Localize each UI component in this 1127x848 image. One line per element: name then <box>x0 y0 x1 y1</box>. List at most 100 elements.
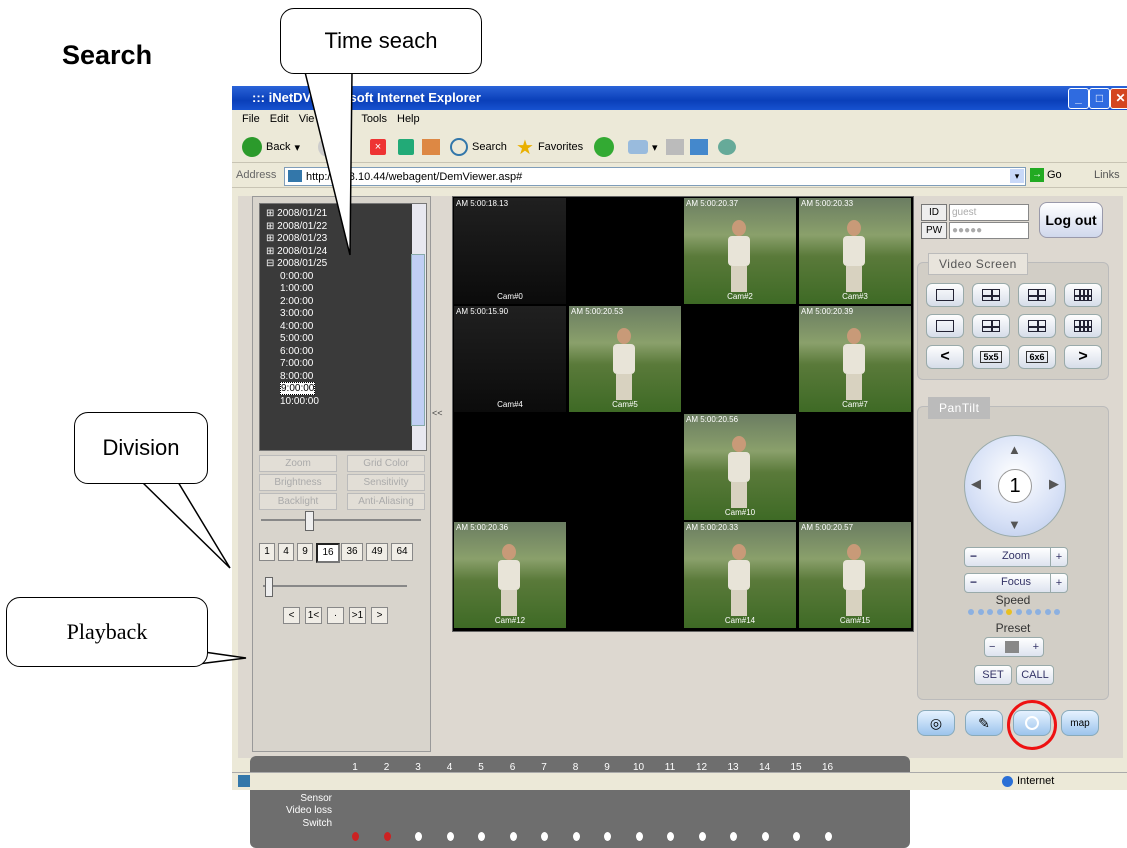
preset-set-button[interactable]: SET <box>974 665 1012 685</box>
stop-button[interactable]: · <box>327 607 344 624</box>
speed-dot[interactable] <box>1035 609 1042 615</box>
expand-node-icon[interactable]: ⊞ <box>266 246 277 257</box>
tree-date-node[interactable]: ⊟ 2008/01/25 <box>266 258 327 269</box>
mail-button[interactable]: ▾ <box>628 137 658 157</box>
camera-tile[interactable]: AM 5:00:20.39 Cam#7 <box>799 306 911 412</box>
maximize-button[interactable]: □ <box>1089 88 1110 109</box>
camera-tile[interactable] <box>569 414 681 520</box>
search-button[interactable]: Search <box>450 137 507 157</box>
tree-time-node[interactable]: 2:00:00 <box>280 296 313 307</box>
camera-tile[interactable]: AM 5:00:15.90 Cam#4 <box>454 306 566 412</box>
next-layout-button[interactable]: > <box>1064 345 1102 369</box>
home-button[interactable] <box>422 137 440 157</box>
prev-layout-button[interactable]: < <box>926 345 964 369</box>
preset-minus-button[interactable]: − <box>989 638 995 656</box>
camera-tile[interactable] <box>569 198 681 304</box>
camera-tile[interactable] <box>454 414 566 520</box>
go-button[interactable]: → Go <box>1030 168 1062 182</box>
layout-1-button[interactable] <box>926 283 964 307</box>
adjust-button-sensitivity[interactable]: Sensitivity <box>347 474 425 491</box>
tree-date-node[interactable]: ⊞ 2008/01/22 <box>266 221 327 232</box>
switch-indicator[interactable] <box>478 832 485 841</box>
speed-dot[interactable] <box>968 609 974 615</box>
time-search-tree[interactable]: ⊞ 2008/01/21 ⊞ 2008/01/22 ⊞ 2008/01/23 ⊞ 20… <box>259 203 427 451</box>
switch-indicator[interactable] <box>824 832 832 841</box>
expand-node-icon[interactable]: ⊞ <box>266 221 277 232</box>
collapse-panel-button[interactable]: << <box>432 408 444 418</box>
collapse-node-icon[interactable]: ⊟ <box>266 258 277 269</box>
adjust-button-anti-aliasing[interactable]: Anti-Aliasing <box>347 493 425 510</box>
expand-node-icon[interactable]: ⊞ <box>266 208 277 219</box>
layout-1b-button[interactable] <box>926 314 964 338</box>
tree-time-node[interactable]: 10:00:00 <box>280 396 319 407</box>
adjust-button-backlight[interactable]: Backlight <box>259 493 337 510</box>
print-button[interactable] <box>666 137 684 157</box>
camera-tile[interactable]: AM 5:00:20.53 Cam#5 <box>569 306 681 412</box>
id-input[interactable]: guest <box>949 204 1029 221</box>
switch-indicator[interactable] <box>446 832 454 841</box>
tree-scrollbar[interactable] <box>411 204 426 450</box>
division-button-49[interactable]: 49 <box>366 543 388 561</box>
address-input[interactable]: http:// 168.10.44/webagent/DemViewer.asp… <box>284 167 1026 186</box>
division-button-64[interactable]: 64 <box>391 543 413 561</box>
layout-9-button[interactable] <box>1064 283 1102 307</box>
layout-16-button[interactable] <box>1064 314 1102 338</box>
level-slider-track[interactable] <box>261 519 421 521</box>
tree-date-node[interactable]: ⊞ 2008/01/23 <box>266 233 327 244</box>
pan-right-icon[interactable]: ▶ <box>1049 476 1059 492</box>
step-forward-button[interactable]: >1 <box>349 607 366 624</box>
tree-date-node[interactable]: ⊞ 2008/01/24 <box>266 246 327 257</box>
zoom-plus-button[interactable]: + <box>1050 548 1067 566</box>
switch-indicator[interactable] <box>698 832 706 841</box>
messenger-button[interactable] <box>718 137 736 157</box>
tree-time-node[interactable]: 6:00:00 <box>280 346 313 357</box>
menu-item[interactable]: Help <box>397 113 420 125</box>
speed-dot[interactable] <box>1044 609 1051 615</box>
stop-button[interactable]: × <box>370 137 386 157</box>
layout-6-button[interactable] <box>1018 283 1056 307</box>
switch-indicator[interactable] <box>509 832 517 841</box>
camera-tile[interactable]: AM 5:00:20.37 Cam#2 <box>684 198 796 304</box>
camera-tile[interactable]: AM 5:00:20.57 Cam#15 <box>799 522 911 628</box>
speed-dot[interactable] <box>1016 609 1022 615</box>
division-button-36[interactable]: 36 <box>341 543 363 561</box>
layout-5x5-button[interactable]: 5x5 <box>972 345 1010 369</box>
speed-dot[interactable] <box>977 609 984 615</box>
layout-13-button[interactable] <box>1018 314 1056 338</box>
tree-time-node[interactable]: 7:00:00 <box>280 358 313 369</box>
pan-left-icon[interactable]: ◀ <box>971 476 981 492</box>
switch-indicator[interactable] <box>635 832 643 841</box>
camera-tile[interactable]: AM 5:00:20.33 Cam#3 <box>799 198 911 304</box>
favorites-button[interactable]: ★ Favorites <box>516 137 583 159</box>
snapshot-button[interactable]: ◎ <box>917 710 955 736</box>
history-button[interactable] <box>594 137 614 157</box>
menu-item[interactable]: Vie <box>299 113 315 125</box>
tree-time-node[interactable]: 0:00:00 <box>280 271 313 282</box>
map-button[interactable]: map <box>1061 710 1099 736</box>
close-button[interactable]: ✕ <box>1110 88 1127 109</box>
forward-button[interactable] <box>318 137 338 157</box>
adjust-button-brightness[interactable]: Brightness <box>259 474 337 491</box>
speed-dot[interactable] <box>1006 609 1013 615</box>
menu-item[interactable]: File <box>242 113 260 125</box>
switch-indicator[interactable] <box>352 832 359 841</box>
preset-plus-button[interactable]: + <box>1033 638 1039 656</box>
tree-date-node[interactable]: ⊞ 2008/01/21 <box>266 208 327 219</box>
rewind-button[interactable]: < <box>283 607 300 624</box>
layout-10-button[interactable] <box>972 314 1010 338</box>
switch-indicator[interactable] <box>793 832 800 841</box>
step-back-button[interactable]: 1< <box>305 607 322 624</box>
playback-slider-thumb[interactable] <box>265 577 273 597</box>
edit-button[interactable] <box>690 137 708 157</box>
menu-item[interactable]: orites <box>324 113 351 125</box>
level-slider-thumb[interactable] <box>305 511 314 531</box>
adjust-button-grid-color[interactable]: Grid Color <box>347 455 425 472</box>
tree-time-node[interactable]: 9:00:00 <box>280 382 316 395</box>
layout-6x6-button[interactable]: 6x6 <box>1018 345 1056 369</box>
minimize-button[interactable]: _ <box>1068 88 1089 109</box>
refresh-button[interactable] <box>398 137 414 157</box>
switch-indicator[interactable] <box>415 832 422 841</box>
focus-plus-button[interactable]: + <box>1050 574 1067 592</box>
division-button-9[interactable]: 9 <box>297 543 313 561</box>
speed-dot[interactable] <box>996 609 1003 615</box>
